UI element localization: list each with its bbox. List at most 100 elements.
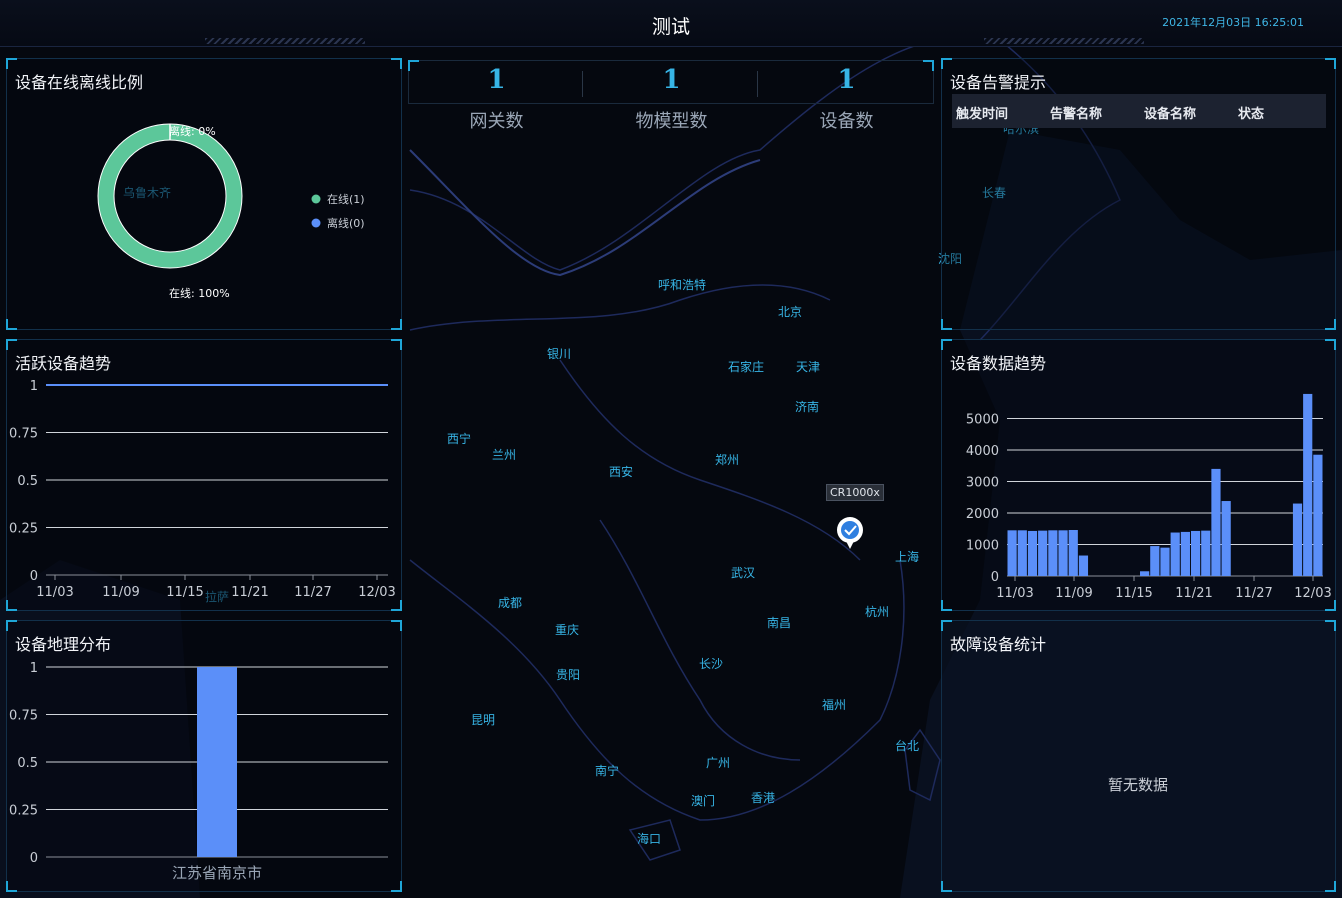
city-label: 上海 (895, 550, 920, 564)
city-label: 天津 (796, 360, 821, 374)
alarm-title: 设备告警提示 (950, 73, 1047, 92)
fault-panel: 故障设备统计 (941, 620, 1336, 892)
alarm-col-device[interactable]: 设备名称 (1144, 103, 1196, 122)
data-bar (1140, 571, 1150, 576)
active-trend-chart[interactable]: 0 0.25 0.5 0.75 1 11/03 11/09 11/15 11/21 11/27 12… (0, 339, 402, 611)
online-ratio-panel: 设备在线离线比例 离线: 0% 在线: 100% 在线(1) 离线(0) (6, 58, 402, 330)
alarm-col-status[interactable]: 状态 (1238, 103, 1264, 122)
data-bar (1038, 530, 1048, 576)
stat-models[interactable]: 1 物模型数 (584, 61, 759, 133)
city-label: 银川 (547, 347, 572, 361)
data-bar (1180, 531, 1190, 576)
x-tick-label: 11/21 (231, 585, 268, 600)
donut-label-offline: 离线: 0% (169, 124, 216, 138)
city-label: 昆明 (471, 713, 496, 727)
online-ratio-donut[interactable]: 离线: 0% 在线: 100% 在线(1) 离线(0) (7, 59, 403, 331)
legend-online[interactable]: 在线(1) (311, 192, 365, 206)
stat-gateways-label: 网关数 (469, 111, 524, 132)
data-bar (1078, 555, 1089, 576)
city-label: 南昌 (767, 616, 792, 630)
y-tick-label: 0.5 (17, 474, 38, 489)
city-label: 澳门 (691, 794, 716, 808)
y-tick-label: 1000 (966, 539, 999, 554)
y-tick-label: 0 (30, 569, 38, 584)
fault-empty-text: 暂无数据 (1108, 776, 1169, 794)
city-label: 西宁 (447, 432, 472, 446)
data-bar (1292, 503, 1303, 576)
data-bar (1027, 530, 1038, 576)
x-tick-label: 12/03 (358, 585, 395, 600)
city-label: 杭州 (865, 605, 890, 619)
y-tick-label: 2000 (966, 507, 999, 522)
stat-models-value: 1 (662, 65, 681, 95)
city-label: 福州 (822, 698, 847, 712)
page-title: 测试 (651, 16, 690, 38)
data-bar (1313, 454, 1323, 576)
x-tick-label: 11/27 (1235, 586, 1272, 601)
data-bar (1221, 501, 1231, 576)
y-tick-label: 5000 (966, 413, 999, 428)
data-bar (1048, 530, 1058, 576)
city-label: 广州 (706, 756, 731, 770)
x-tick-label: 11/03 (36, 585, 73, 600)
alarm-col-name[interactable]: 告警名称 (1050, 103, 1102, 122)
x-category-label: 江苏省南京市 (172, 864, 262, 882)
datetime: 2021年12月03日 16:25:01 (1162, 16, 1304, 29)
data-bar (1068, 530, 1078, 576)
y-tick-label: 0.25 (9, 522, 38, 537)
x-tick-label: 11/27 (294, 585, 331, 600)
y-tick-label: 0.5 (17, 756, 38, 771)
data-bar (1007, 530, 1017, 576)
city-label: 济南 (795, 400, 820, 414)
y-tick-label: 1 (30, 379, 38, 394)
x-tick-label: 11/09 (1055, 586, 1092, 601)
legend-offline-label: 离线(0) (327, 216, 365, 230)
city-label: 兰州 (492, 448, 517, 462)
header: 测试 2021年12月03日 16:25:01 (0, 0, 1342, 47)
x-tick-label: 11/21 (1175, 586, 1212, 601)
x-tick-label: 11/15 (166, 585, 203, 600)
geo-chart[interactable]: 0 0.25 0.5 0.75 1 江苏省南京市 (0, 620, 402, 892)
city-label: 西安 (609, 465, 634, 479)
city-label: 北京 (778, 305, 803, 319)
y-tick-label: 0.75 (9, 709, 38, 724)
data-bar (1160, 547, 1170, 576)
y-tick-label: 0.25 (9, 804, 38, 819)
stat-gateways[interactable]: 1 网关数 (409, 61, 584, 133)
city-label: 呼和浩特 (658, 278, 707, 292)
data-bar (1303, 393, 1313, 576)
data-bar (1150, 546, 1160, 576)
y-tick-label: 0 (991, 570, 999, 585)
city-label: 重庆 (555, 623, 580, 637)
donut-online-slice (98, 124, 242, 268)
x-tick-label: 11/03 (996, 586, 1033, 601)
donut-outline-inner (113, 139, 227, 253)
y-tick-label: 0 (30, 851, 38, 866)
data-bar (1058, 530, 1068, 576)
legend-offline[interactable]: 离线(0) (311, 216, 365, 230)
city-label: 武汉 (731, 566, 756, 580)
stat-devices-label: 设备数 (819, 111, 874, 132)
fault-title: 故障设备统计 (950, 635, 1047, 654)
donut-label-online: 在线: 100% (169, 286, 230, 300)
stat-gateways-value: 1 (487, 65, 506, 95)
stat-devices[interactable]: 1 设备数 (759, 61, 934, 133)
stats-bar: 1 网关数 1 物模型数 1 设备数 (408, 60, 934, 132)
legend-online-label: 在线(1) (327, 192, 365, 206)
map-marker-label: CR1000x (826, 484, 884, 501)
x-tick-label: 11/09 (102, 585, 139, 600)
data-bar (1190, 530, 1201, 576)
y-tick-label: 4000 (966, 444, 999, 459)
data-bar (1211, 468, 1221, 576)
x-tick-label: 11/15 (1115, 586, 1152, 601)
y-tick-label: 3000 (966, 476, 999, 491)
city-label: 南宁 (595, 764, 620, 778)
alarm-col-time[interactable]: 触发时间 (956, 103, 1008, 122)
data-trend-chart[interactable]: 0 1000 2000 3000 4000 5000 11/03 11/09 11/15 11/2… (941, 339, 1336, 611)
alarm-table-header: 触发时间 告警名称 设备名称 状态 (952, 94, 1326, 128)
city-label: 海口 (637, 832, 662, 846)
stat-devices-value: 1 (837, 65, 856, 95)
city-label: 台北 (895, 739, 920, 753)
city-label: 长沙 (699, 657, 724, 671)
city-label: 成都 (498, 596, 523, 610)
